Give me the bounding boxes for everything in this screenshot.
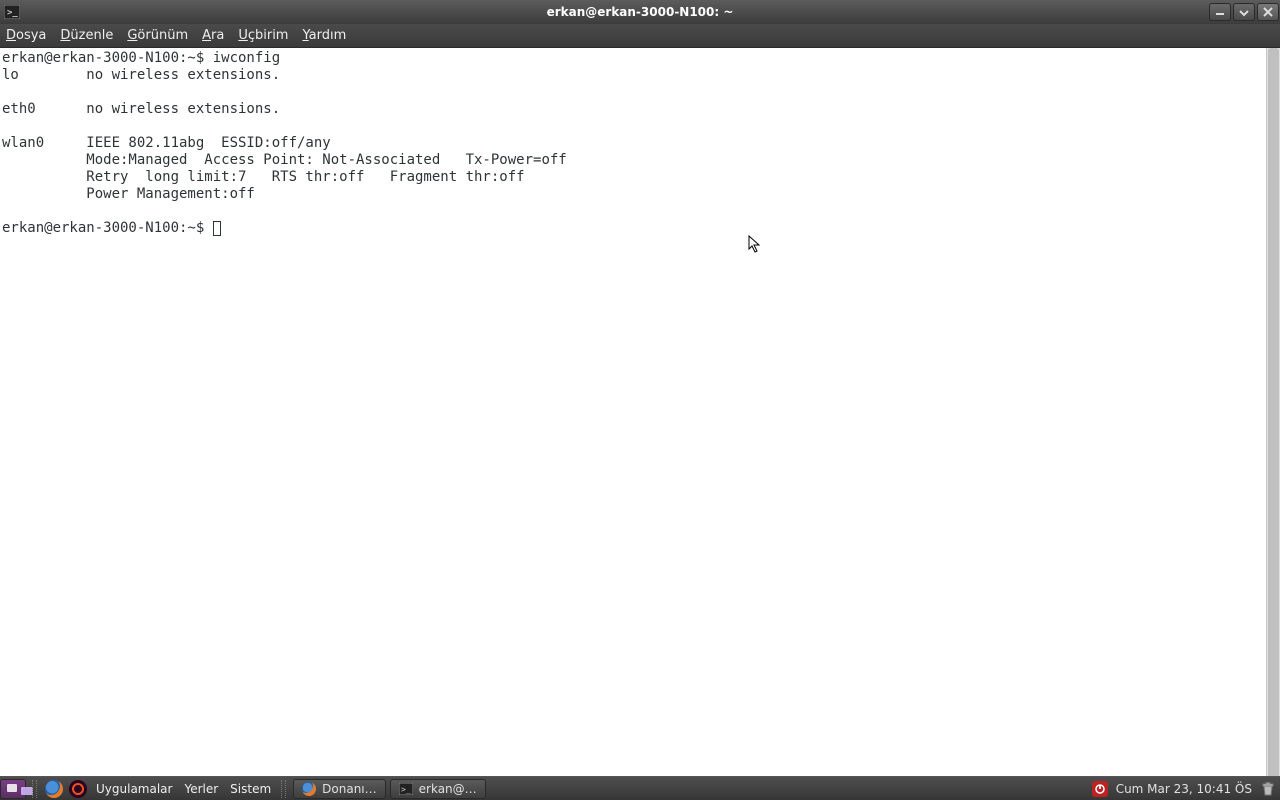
terminal-icon: >_ xyxy=(399,782,413,796)
terminal-app-icon: >_ xyxy=(0,5,24,19)
svg-text:>_: >_ xyxy=(401,785,411,794)
term-line: Power Management:off xyxy=(2,186,255,202)
shutdown-icon[interactable] xyxy=(1092,781,1108,797)
taskbar-item-label: erkan@… xyxy=(419,782,477,796)
menu-ara[interactable]: Ara xyxy=(202,28,224,43)
term-line: eth0 no wireless extensions. xyxy=(2,101,280,117)
menu-dosya[interactable]: Dosya xyxy=(6,28,46,43)
panel-menu-system[interactable]: Sistem xyxy=(230,782,271,796)
taskbar-item-label: Donanı… xyxy=(322,782,376,796)
svg-text:>_: >_ xyxy=(7,8,18,18)
firefox-launcher[interactable] xyxy=(44,779,64,799)
menu-yardim[interactable]: Yardım xyxy=(302,28,346,43)
panel-separator[interactable] xyxy=(281,780,287,798)
terminal-cursor xyxy=(213,221,221,236)
menu-gorunum[interactable]: Görünüm xyxy=(127,28,188,43)
term-line: wlan0 IEEE 802.11abg ESSID:off/any xyxy=(2,135,348,151)
trash-icon[interactable] xyxy=(1260,781,1276,797)
term-line xyxy=(2,203,86,219)
firefox-icon xyxy=(302,782,316,796)
panel-clock[interactable]: Cum Mar 23, 10:41 ÖS xyxy=(1116,782,1252,796)
term-line: Mode:Managed Access Point: Not-Associate… xyxy=(2,152,592,168)
close-button[interactable] xyxy=(1257,3,1279,21)
bottom-panel: Uygulamalar Yerler Sistem Donanı… >_ erk… xyxy=(0,776,1280,800)
window-title: erkan@erkan-3000-N100: ~ xyxy=(0,5,1280,19)
terminal-window: >_ erkan@erkan-3000-N100: ~ Dosya Düzenl… xyxy=(0,0,1280,776)
minimize-button[interactable] xyxy=(1209,3,1231,21)
taskbar-item-firefox[interactable]: Donanı… xyxy=(293,779,385,799)
window-titlebar: >_ erkan@erkan-3000-N100: ~ xyxy=(0,0,1280,24)
term-line: Retry long limit:7 RTS thr:off Fragment … xyxy=(2,169,525,185)
panel-separator[interactable] xyxy=(32,780,38,798)
terminal-output[interactable]: erkan@erkan-3000-N100:~$ iwconfig lo no … xyxy=(0,48,1280,776)
terminal-scrollbar[interactable] xyxy=(1266,48,1280,800)
term-line: erkan@erkan-3000-N100:~$ iwconfig xyxy=(2,50,280,66)
taskbar-item-terminal[interactable]: >_ erkan@… xyxy=(390,779,486,799)
unmaximize-button[interactable] xyxy=(1233,3,1255,21)
menu-ucbirim[interactable]: Uçbirim xyxy=(238,28,288,43)
panel-menu-applications[interactable]: Uygulamalar xyxy=(96,782,172,796)
term-prompt: erkan@erkan-3000-N100:~$ xyxy=(2,220,213,236)
menu-duzenle[interactable]: Düzenle xyxy=(60,28,113,43)
window-controls xyxy=(1208,1,1280,23)
show-desktop-button[interactable] xyxy=(0,777,28,800)
ubuntu-logo-icon[interactable] xyxy=(68,779,88,799)
panel-tray: Cum Mar 23, 10:41 ÖS xyxy=(1092,781,1280,797)
scrollbar-thumb[interactable] xyxy=(1268,48,1279,800)
term-line: lo no wireless extensions. xyxy=(2,67,280,83)
panel-menu-places[interactable]: Yerler xyxy=(184,782,218,796)
menubar: Dosya Düzenle Görünüm Ara Uçbirim Yardım xyxy=(0,24,1280,48)
